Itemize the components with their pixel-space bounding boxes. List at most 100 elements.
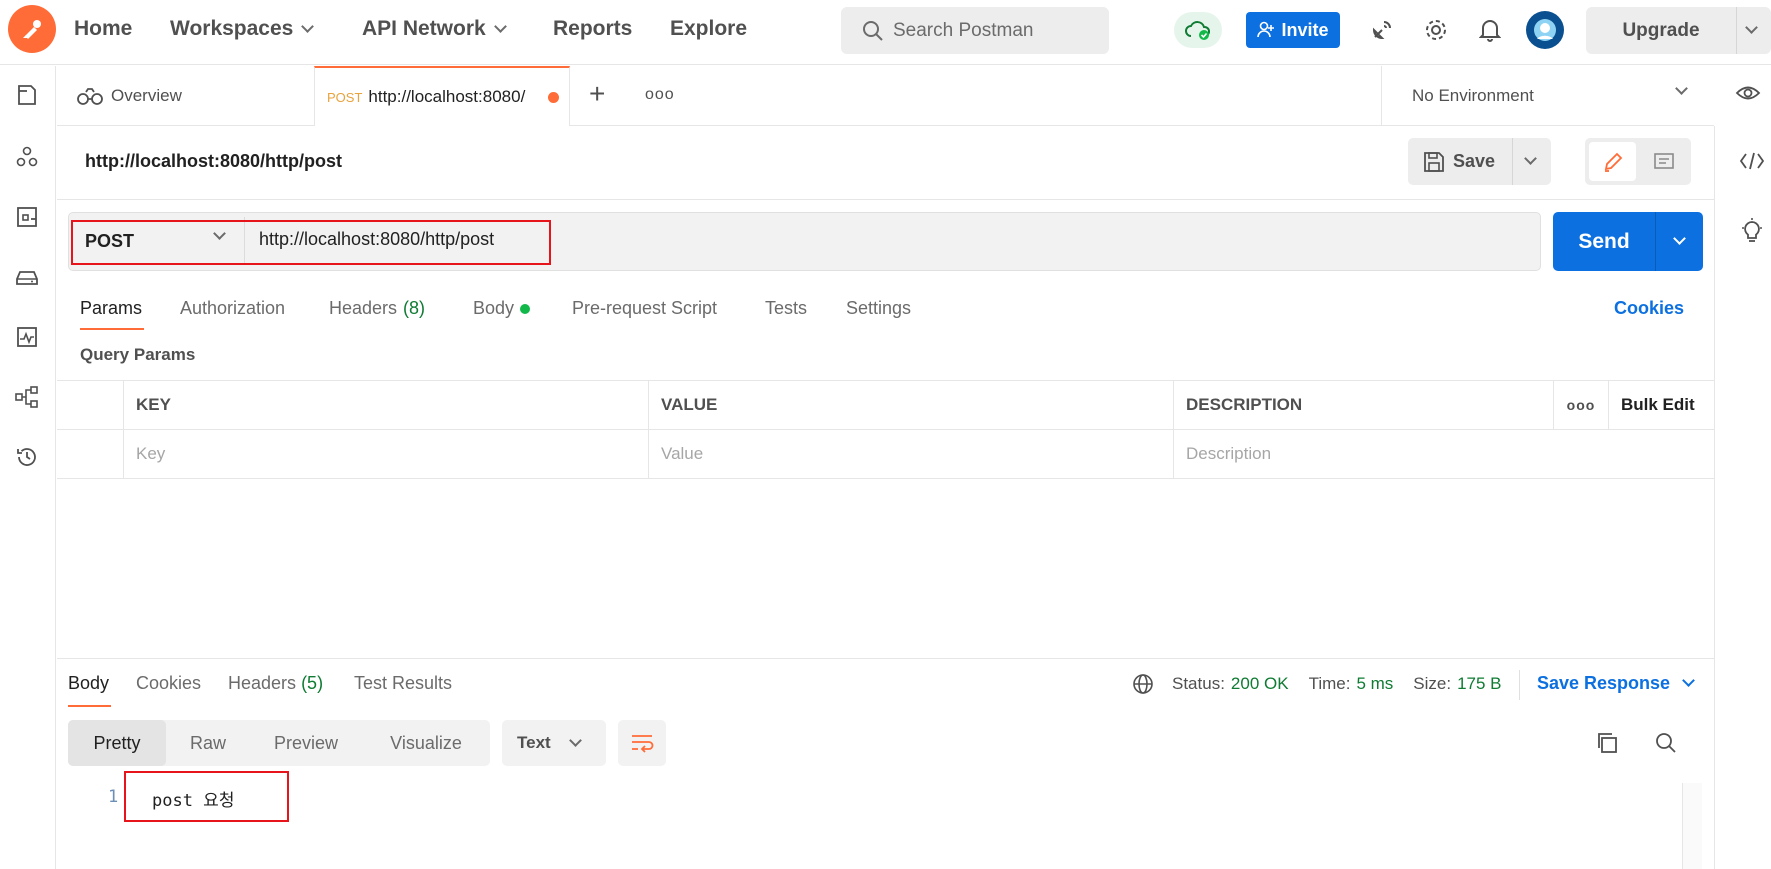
code-icon[interactable]	[1739, 150, 1765, 177]
response-divider[interactable]	[57, 658, 1714, 659]
edit-mode-button[interactable]	[1589, 142, 1636, 181]
description-input[interactable]: Description	[1173, 430, 1714, 478]
avatar[interactable]	[1526, 11, 1564, 49]
view-pretty[interactable]: Pretty	[68, 720, 166, 766]
tab-tests-label: Tests	[765, 298, 808, 318]
save-response-button[interactable]: Save Response	[1537, 673, 1695, 694]
new-tab-button[interactable]: +	[589, 80, 605, 108]
format-label: Text	[517, 733, 551, 752]
tab-headers[interactable]: Headers (8)	[329, 298, 425, 319]
invite-button[interactable]: Invite	[1246, 12, 1340, 48]
nav-home-label: Home	[74, 17, 133, 40]
response-tab-headers[interactable]: Headers (5)	[228, 673, 323, 694]
eye-icon[interactable]	[1735, 82, 1761, 109]
comment-icon	[1653, 152, 1674, 169]
column-description: DESCRIPTION	[1173, 381, 1553, 429]
send-options-button[interactable]	[1656, 212, 1703, 271]
response-tab-body[interactable]: Body	[68, 673, 109, 694]
collections-icon[interactable]	[12, 80, 42, 110]
tab-overview-label: Overview	[111, 85, 182, 105]
tab-body[interactable]: Body	[473, 298, 531, 319]
environment-label: No Environment	[1412, 85, 1534, 105]
chevron-down-icon	[493, 19, 507, 33]
search-icon[interactable]	[1653, 730, 1679, 756]
lightbulb-icon[interactable]	[1740, 218, 1764, 251]
save-button[interactable]: Save	[1408, 138, 1551, 185]
size-label: Size:	[1413, 674, 1452, 693]
satellite-icon[interactable]	[1366, 14, 1398, 46]
tab-authorization[interactable]: Authorization	[180, 298, 285, 319]
save-label: Save	[1453, 151, 1496, 171]
upgrade-button[interactable]: Upgrade	[1586, 7, 1771, 54]
column-key: KEY	[123, 381, 648, 429]
nav-api-network[interactable]: API Network	[362, 17, 507, 41]
format-select[interactable]: Text	[502, 720, 606, 766]
send-button[interactable]: Send	[1553, 212, 1703, 271]
chevron-down-icon	[1675, 82, 1688, 95]
table-header: KEY VALUE DESCRIPTION ooo Bulk Edit	[57, 380, 1714, 430]
nav-home[interactable]: Home	[74, 17, 132, 41]
tab-tests[interactable]: Tests	[765, 298, 807, 319]
divider	[57, 199, 1714, 200]
binoculars-icon	[77, 87, 103, 105]
tab-params[interactable]: Params	[80, 298, 142, 319]
tab-pre-request-script[interactable]: Pre-request Script	[572, 298, 717, 319]
view-visualize[interactable]: Visualize	[362, 720, 490, 766]
search-input[interactable]: Search Postman	[841, 7, 1109, 54]
tab-settings-label: Settings	[846, 298, 912, 318]
save-main[interactable]: Save	[1408, 151, 1512, 173]
value-input[interactable]: Value	[648, 430, 1173, 478]
nav-api-network-label: API Network	[362, 17, 486, 40]
sync-status-button[interactable]	[1174, 12, 1222, 48]
history-icon[interactable]	[12, 442, 42, 472]
column-value: VALUE	[648, 381, 1173, 429]
chevron-down-icon[interactable]	[1745, 21, 1758, 34]
nav-reports[interactable]: Reports	[553, 17, 632, 41]
environment-select[interactable]: No Environment	[1381, 66, 1714, 125]
top-bar: Home Workspaces API Network Reports Expl…	[0, 0, 1771, 65]
response-tab-test-results-label: Test Results	[354, 673, 453, 693]
tab-request[interactable]: POST http://localhost:8080/	[314, 66, 570, 126]
response-tab-body-label: Body	[68, 673, 110, 693]
response-tab-cookies[interactable]: Cookies	[136, 673, 201, 694]
copy-icon[interactable]	[1594, 730, 1620, 756]
gear-icon[interactable]	[1420, 14, 1452, 46]
more-tabs-icon[interactable]: ooo	[645, 86, 675, 104]
chevron-down-icon[interactable]	[1524, 152, 1537, 165]
tab-overview[interactable]: Overview	[67, 66, 314, 125]
postman-logo-icon[interactable]	[8, 5, 56, 53]
search-placeholder: Search Postman	[893, 19, 1034, 41]
vertical-scrollbar[interactable]	[1682, 783, 1702, 869]
right-sidebar	[1714, 126, 1771, 869]
wrap-lines-button[interactable]	[618, 720, 666, 766]
flows-icon[interactable]	[12, 382, 42, 412]
mock-servers-icon[interactable]	[12, 262, 42, 292]
tab-settings[interactable]: Settings	[846, 298, 911, 319]
environments-icon[interactable]	[12, 202, 42, 232]
save-icon	[1424, 151, 1444, 172]
environment-quick-look	[1714, 66, 1771, 126]
active-tab-indicator	[68, 705, 111, 707]
time-value[interactable]: 5 ms	[1356, 674, 1393, 694]
key-input[interactable]: Key	[123, 430, 648, 478]
nav-workspaces[interactable]: Workspaces	[170, 17, 315, 41]
globe-icon[interactable]	[1132, 673, 1154, 695]
nav-explore-label: Explore	[670, 17, 748, 40]
comments-mode-button[interactable]	[1640, 142, 1687, 181]
more-options-icon[interactable]: ooo	[1553, 381, 1608, 429]
tab-authorization-label: Authorization	[180, 298, 286, 318]
view-preview[interactable]: Preview	[250, 720, 362, 766]
monitors-icon[interactable]	[12, 322, 42, 352]
request-title[interactable]: http://localhost:8080/http/post	[85, 151, 342, 172]
cookies-link[interactable]: Cookies	[1614, 298, 1684, 319]
view-raw[interactable]: Raw	[166, 720, 250, 766]
status-value[interactable]: 200 OK	[1231, 674, 1289, 694]
pencil-icon	[1604, 152, 1622, 172]
bell-icon[interactable]	[1474, 14, 1506, 46]
size-value[interactable]: 175 B	[1457, 674, 1501, 694]
send-label[interactable]: Send	[1553, 212, 1655, 271]
response-tab-test-results[interactable]: Test Results	[354, 673, 452, 694]
nav-explore[interactable]: Explore	[670, 17, 747, 41]
bulk-edit-button[interactable]: Bulk Edit	[1608, 381, 1714, 429]
apis-icon[interactable]	[12, 142, 42, 172]
